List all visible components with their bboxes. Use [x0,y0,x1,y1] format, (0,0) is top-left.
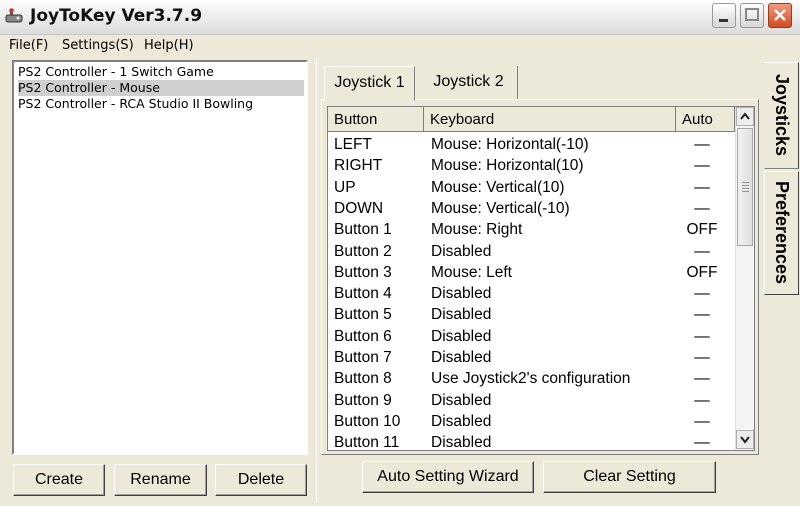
maximize-icon [745,8,759,21]
auto-cell: — [694,136,710,153]
keyboard-cell: Disabled [431,391,492,409]
keyboard-cell: Disabled [431,434,492,451]
joystick-app-icon [5,8,23,24]
scroll-down-button[interactable] [736,430,754,449]
keyboard-cell: Mouse: Right [431,221,523,239]
auto-cell: — [694,306,710,324]
close-button[interactable] [768,3,792,28]
maximize-button[interactable] [740,3,764,28]
keyboard-cell: Mouse: Vertical(10) [431,178,565,196]
auto-cell: — [694,199,710,217]
scroll-up-button[interactable] [736,107,754,126]
button-cell: LEFT [334,136,372,153]
auto-cell: OFF [686,221,718,239]
auto-cell: — [694,157,710,175]
keyboard-cell: Mouse: Horizontal(10) [431,157,584,175]
clear-setting-button[interactable]: Clear Setting [543,461,716,493]
menu-help[interactable]: Help(H) [144,38,194,53]
menu-bar: File(F) Settings(S) Help(H) [0,35,800,55]
button-cell: Button 6 [334,327,392,345]
menu-settings[interactable]: Settings(S) [62,38,134,53]
column-header-keyboard[interactable]: Keyboard [424,107,676,132]
table-row[interactable]: Button 3 Mouse: Left OFF [328,262,733,283]
table-row[interactable]: Button 11 Disabled — [328,432,733,451]
auto-cell: — [694,242,710,260]
keyboard-cell: Mouse: Vertical(-10) [431,199,570,217]
profile-list[interactable]: PS2 Controller - 1 Switch Game PS2 Contr… [12,60,308,455]
table-row[interactable]: DOWN Mouse: Vertical(-10) — [328,198,733,219]
auto-cell: — [694,178,710,196]
table-row[interactable]: RIGHT Mouse: Horizontal(10) — [328,155,733,176]
tab-joystick-1[interactable]: Joystick 1 [324,66,415,101]
auto-cell: — [694,285,710,303]
minimize-icon [719,19,728,22]
keyboard-cell: Mouse: Left [431,263,512,281]
button-cell: Button 3 [334,263,392,281]
column-header-button[interactable]: Button [328,107,424,132]
table-row[interactable]: Button 6 Disabled — [328,326,733,347]
button-cell: Button 2 [334,242,392,260]
grid-scrollbar[interactable] [735,107,754,450]
auto-cell: — [694,434,710,451]
button-cell: Button 7 [334,349,392,366]
tab-preferences[interactable]: Preferences [764,171,799,295]
keyboard-cell: Mouse: Horizontal(-10) [431,136,589,153]
profile-item-selected[interactable]: PS2 Controller - Mouse [18,80,304,96]
table-row[interactable]: Button 5 Disabled — [328,304,733,325]
close-icon [774,9,786,21]
table-row[interactable]: Button 9 Disabled — [328,390,733,411]
minimize-button[interactable] [712,3,736,28]
chevron-up-icon [740,112,750,120]
delete-button[interactable]: Delete [215,464,307,496]
keyboard-cell: Disabled [431,306,492,324]
rename-button[interactable]: Rename [114,464,207,496]
button-cell: RIGHT [334,157,383,175]
button-cell: Button 4 [334,285,392,303]
keyboard-cell: Disabled [431,242,492,260]
auto-setting-wizard-button[interactable]: Auto Setting Wizard [362,461,534,493]
button-cell: Button 9 [334,391,392,409]
auto-cell: — [694,391,710,409]
table-row[interactable]: Button 10 Disabled — [328,411,733,432]
table-row[interactable]: Button 2 Disabled — [328,241,733,262]
table-row[interactable]: UP Mouse: Vertical(10) — [328,177,733,198]
title-bar: JoyToKey Ver3.7.9 [0,0,800,35]
auto-cell: — [694,370,710,388]
auto-cell: — [694,327,710,345]
tab-joysticks[interactable]: Joysticks [764,62,799,169]
button-cell: DOWN [334,199,384,217]
auto-cell: — [694,349,710,366]
keyboard-cell: Disabled [431,349,492,366]
auto-cell: — [694,412,710,430]
auto-cell: OFF [686,263,718,281]
create-button[interactable]: Create [13,464,105,496]
chevron-down-icon [740,436,750,444]
table-row[interactable]: Button 1 Mouse: Right OFF [328,219,733,240]
scroll-thumb[interactable] [737,128,753,246]
table-row[interactable]: LEFT Mouse: Horizontal(-10) — [328,134,733,155]
button-cell: UP [334,178,356,196]
window-title: JoyToKey Ver3.7.9 [30,6,203,26]
table-row[interactable]: Button 8 Use Joystick2's configuration — [328,368,733,389]
column-header-auto[interactable]: Auto [676,107,735,132]
app-window: JoyToKey Ver3.7.9 File(F) Settings(S) He… [0,0,800,506]
button-cell: Button 10 [334,412,401,430]
button-cell: Button 5 [334,306,392,324]
menu-file[interactable]: File(F) [9,38,48,53]
tab-joystick-2[interactable]: Joystick 2 [420,66,518,99]
keyboard-cell: Disabled [431,412,492,430]
button-cell: Button 11 [334,434,400,451]
keyboard-cell: Disabled [431,327,492,345]
keyboard-cell: Use Joystick2's configuration [431,370,631,388]
profile-item[interactable]: PS2 Controller - RCA Studio II Bowling [18,96,304,112]
button-cell: Button 1 [334,221,392,239]
keyboard-cell: Disabled [431,285,492,303]
table-row[interactable]: Button 4 Disabled — [328,283,733,304]
table-row[interactable]: Button 7 Disabled — [328,347,733,368]
button-mapping-grid[interactable]: Button Keyboard Auto LEFT Mouse: Horizont… [327,106,755,451]
profile-item[interactable]: PS2 Controller - 1 Switch Game [18,64,304,80]
button-cell: Button 8 [334,370,392,388]
